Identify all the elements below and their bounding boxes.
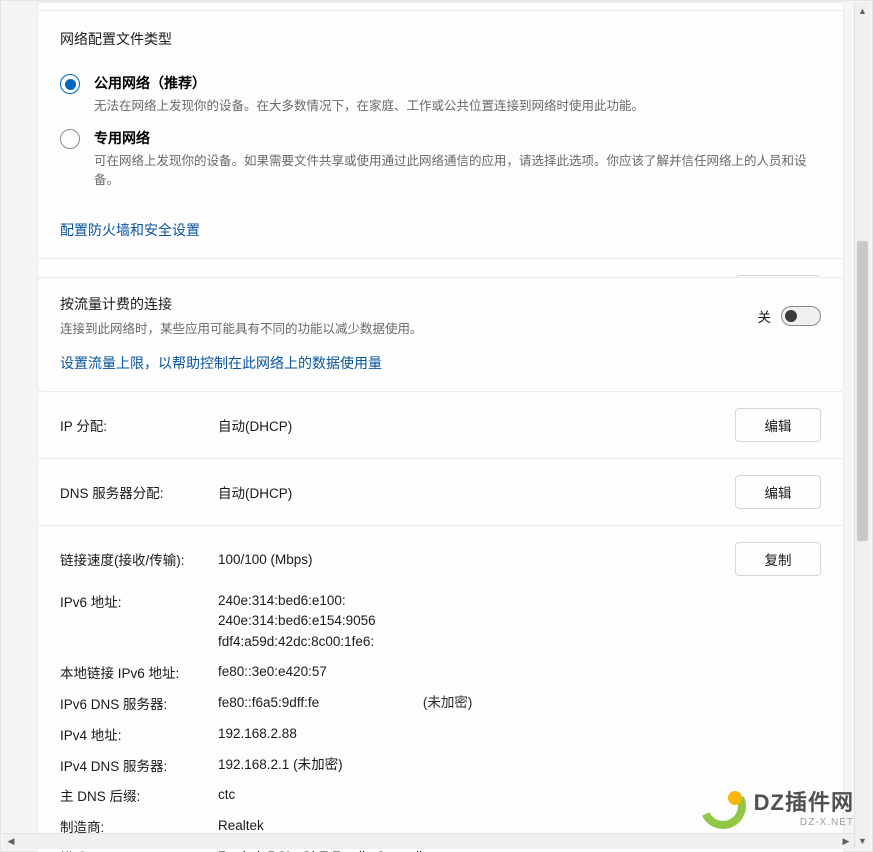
metered-desc: 连接到此网络时，某些应用可能具有不同的功能以减少数据使用。 bbox=[60, 318, 758, 337]
ipv6-addr-line3: fdf4:a59d:42dc:8c00:1fe6: bbox=[218, 632, 821, 652]
link-speed-label: 链接速度(接收/传输): bbox=[60, 549, 218, 569]
link-local-ipv6-value: fe80::3e0:e420:57 bbox=[218, 662, 821, 683]
scroll-thumb[interactable] bbox=[857, 241, 868, 541]
scroll-down-icon[interactable]: ▼ bbox=[855, 833, 870, 849]
metered-heading: 按流量计费的连接 bbox=[60, 294, 758, 314]
metered-state: 关 bbox=[758, 306, 772, 326]
ip-assign-row: IP 分配: 自动(DHCP) 编辑 bbox=[38, 392, 843, 458]
scroll-left-icon[interactable]: ◀ bbox=[3, 834, 19, 849]
watermark-text: DZ插件网 DZ-X.NET bbox=[754, 785, 854, 828]
metered-limit-link[interactable]: 设置流量上限，以帮助控制在此网络上的数据使用量 bbox=[38, 353, 843, 391]
settings-page: 网络配置文件类型 公用网络（推荐） 无法在网络上发现你的设备。在大多数情况下，在… bbox=[0, 0, 873, 852]
radio-public-title: 公用网络（推荐） bbox=[94, 73, 644, 93]
ip-assign-value: 自动(DHCP) bbox=[218, 415, 292, 435]
radio-private-desc: 可在网络上发现你的设备。如果需要文件共享或使用通过此网络通信的应用，请选择此选项… bbox=[94, 150, 821, 188]
profile-section: 网络配置文件类型 公用网络（推荐） 无法在网络上发现你的设备。在大多数情况下，在… bbox=[38, 10, 843, 258]
ipv6-dns-value: fe80::f6a5:9dff:fe (未加密) bbox=[218, 693, 821, 714]
profile-heading: 网络配置文件类型 bbox=[60, 29, 821, 49]
watermark-logo-icon bbox=[700, 783, 746, 829]
vertical-scrollbar[interactable]: ▲ ▼ bbox=[854, 3, 870, 849]
dns-assign-label: DNS 服务器分配: bbox=[60, 482, 218, 502]
ip-assign-edit-button[interactable]: 编辑 bbox=[735, 408, 821, 442]
radio-private-text: 专用网络 可在网络上发现你的设备。如果需要文件共享或使用通过此网络通信的应用，请… bbox=[94, 128, 821, 188]
ip-assign-label: IP 分配: bbox=[60, 415, 218, 435]
link-local-ipv6-row: 本地链接 IPv6 地址: fe80::3e0:e420:57 bbox=[60, 657, 821, 688]
horizontal-scrollbar[interactable]: ◀ ▶ bbox=[3, 833, 854, 849]
ipv4-addr-label: IPv4 地址: bbox=[60, 724, 218, 745]
ipv4-dns-value: 192.168.2.1 (未加密) bbox=[218, 755, 821, 776]
ipv6-addr-label: IPv6 地址: bbox=[60, 591, 218, 652]
ipv4-dns-label: IPv4 DNS 服务器: bbox=[60, 755, 218, 776]
ipv6-addr-line1: 240e:314:bed6:e100: bbox=[218, 591, 821, 611]
copy-button[interactable]: 复制 bbox=[735, 542, 821, 576]
ipv4-addr-value: 192.168.2.88 bbox=[218, 724, 821, 745]
link-local-ipv6-label: 本地链接 IPv6 地址: bbox=[60, 662, 218, 683]
radio-private-title: 专用网络 bbox=[94, 128, 821, 148]
watermark-name: DZ插件网 bbox=[754, 785, 854, 817]
dns-assign-edit-button[interactable]: 编辑 bbox=[735, 475, 821, 509]
link-speed-value: 100/100 (Mbps) bbox=[218, 552, 313, 567]
ipv6-dns-row: IPv6 DNS 服务器: fe80::f6a5:9dff:fe (未加密) bbox=[60, 688, 821, 719]
dns-suffix-label: 主 DNS 后缀: bbox=[60, 785, 218, 806]
scroll-up-icon[interactable]: ▲ bbox=[855, 3, 870, 19]
ipv6-addr-row: IPv6 地址: 240e:314:bed6:e100: 240e:314:be… bbox=[60, 586, 821, 657]
firewall-link[interactable]: 配置防火墙和安全设置 bbox=[60, 220, 200, 240]
ipv4-addr-row: IPv4 地址: 192.168.2.88 bbox=[60, 719, 821, 750]
ipv4-dns-row: IPv4 DNS 服务器: 192.168.2.1 (未加密) bbox=[60, 750, 821, 781]
link-speed-row: 链接速度(接收/传输): 100/100 (Mbps) 复制 bbox=[38, 526, 843, 580]
metered-toggle[interactable] bbox=[781, 306, 821, 326]
radio-public[interactable] bbox=[60, 74, 80, 94]
radio-private-row[interactable]: 专用网络 可在网络上发现你的设备。如果需要文件共享或使用通过此网络通信的应用，请… bbox=[60, 124, 821, 198]
dns-assign-value: 自动(DHCP) bbox=[218, 482, 292, 502]
watermark: DZ插件网 DZ-X.NET bbox=[700, 783, 854, 829]
radio-public-desc: 无法在网络上发现你的设备。在大多数情况下，在家庭、工作或公共位置连接到网络时使用… bbox=[94, 95, 644, 114]
dns-assign-row: DNS 服务器分配: 自动(DHCP) 编辑 bbox=[38, 458, 843, 525]
radio-private[interactable] bbox=[60, 129, 80, 149]
ipv6-dns-label: IPv6 DNS 服务器: bbox=[60, 693, 218, 714]
metered-row: 按流量计费的连接 连接到此网络时，某些应用可能具有不同的功能以减少数据使用。 关 bbox=[38, 278, 843, 353]
prev-section-stub bbox=[38, 2, 843, 10]
radio-public-row[interactable]: 公用网络（推荐） 无法在网络上发现你的设备。在大多数情况下，在家庭、工作或公共位… bbox=[60, 69, 821, 124]
ipv6-dns-enc: (未加密) bbox=[423, 693, 473, 714]
content: 网络配置文件类型 公用网络（推荐） 无法在网络上发现你的设备。在大多数情况下，在… bbox=[37, 1, 844, 823]
ipv6-addr-value: 240e:314:bed6:e100: 240e:314:bed6:e154:9… bbox=[218, 591, 821, 652]
metered-card: 按流量计费的连接 连接到此网络时，某些应用可能具有不同的功能以减少数据使用。 关… bbox=[37, 277, 844, 392]
scroll-track[interactable] bbox=[857, 21, 868, 831]
radio-public-text: 公用网络（推荐） 无法在网络上发现你的设备。在大多数情况下，在家庭、工作或公共位… bbox=[94, 73, 644, 114]
ipv6-addr-line2: 240e:314:bed6:e154:9056 bbox=[218, 611, 821, 631]
ipv6-dns-addr: fe80::f6a5:9dff:fe bbox=[218, 695, 319, 710]
scroll-right-icon[interactable]: ▶ bbox=[838, 834, 854, 849]
watermark-url: DZ-X.NET bbox=[754, 817, 854, 828]
